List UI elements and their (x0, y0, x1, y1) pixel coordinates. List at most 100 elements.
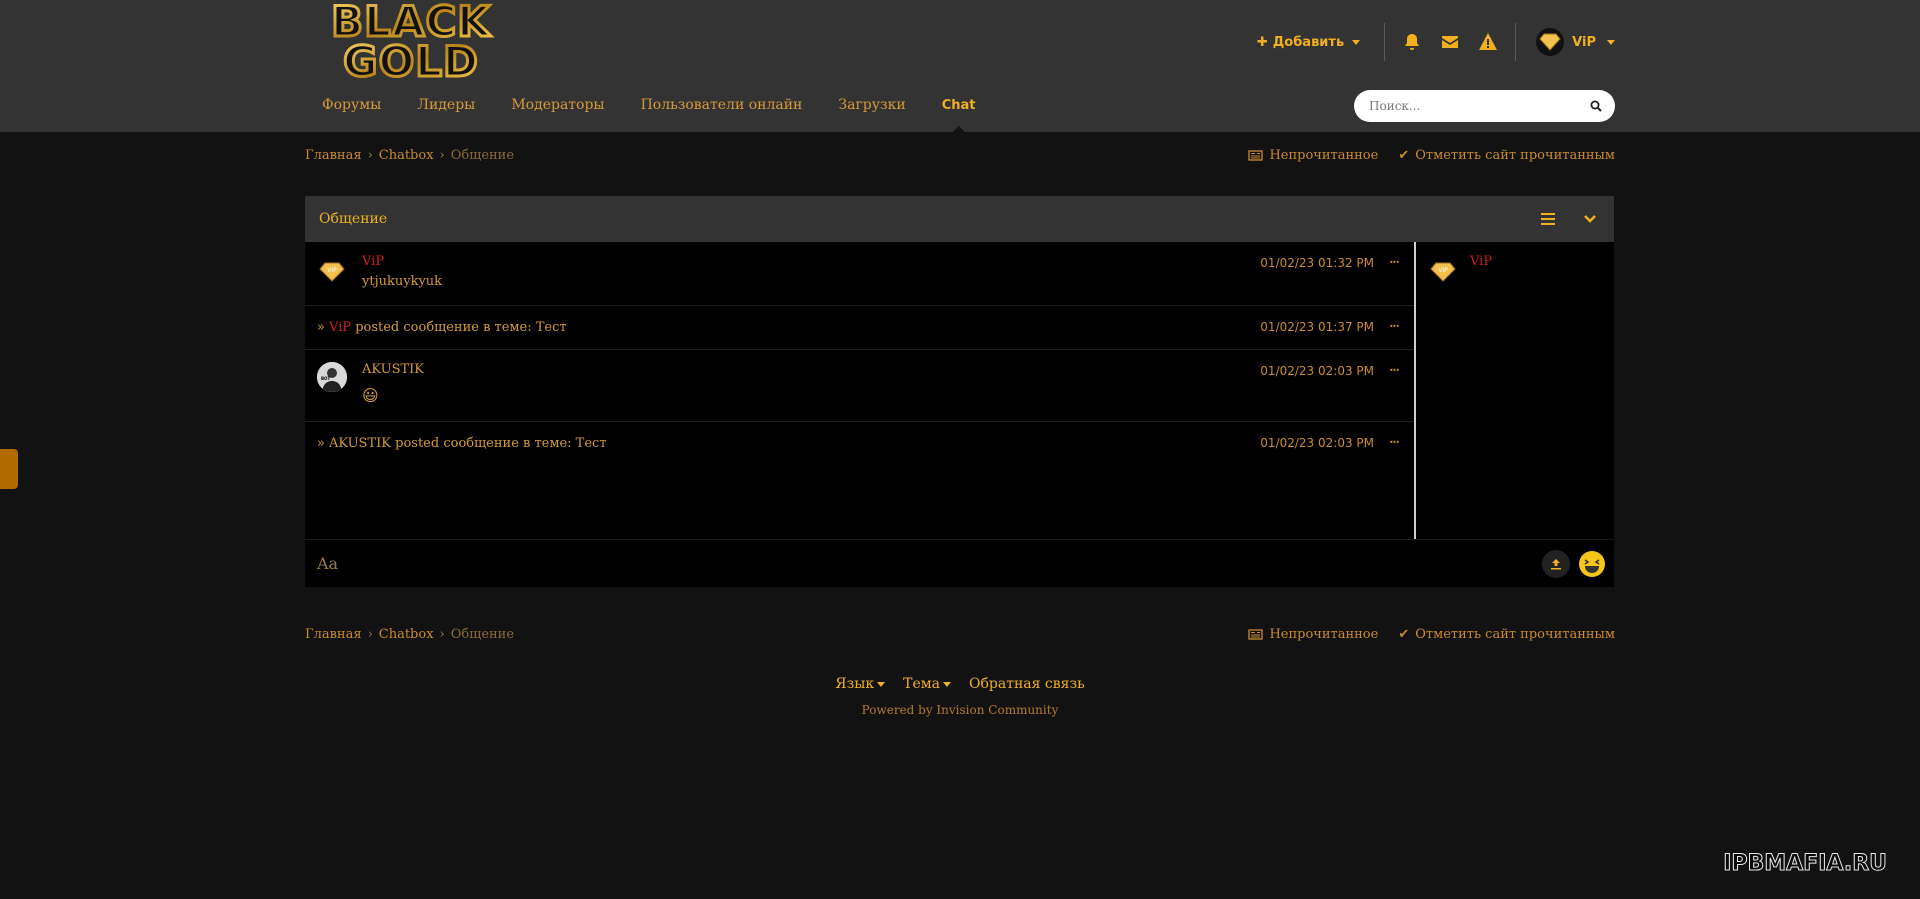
mark-read-link[interactable]: ✔ Отметить сайт прочитанным (1398, 148, 1615, 163)
language-menu[interactable]: Язык (835, 676, 886, 692)
diamond-icon: VIP (1430, 262, 1456, 282)
chat-messages: VIP ViP ytjukuykyuk 01/02/23 01:32 PM ··… (305, 242, 1414, 539)
breadcrumb-home[interactable]: Главная (305, 148, 362, 163)
chevron-down-icon (1584, 215, 1596, 223)
feedback-link[interactable]: Обратная связь (969, 676, 1085, 692)
breadcrumb-actions-bottom: Непрочитанное ✔ Отметить сайт прочитанны… (1248, 624, 1615, 644)
avatar[interactable]: BOT (317, 362, 347, 392)
user-menu-button[interactable]: ViP (1524, 28, 1615, 56)
nav-online-users[interactable]: Пользователи онлайн (623, 88, 821, 132)
unread-link[interactable]: Непрочитанное (1248, 148, 1378, 163)
message-time: 01/02/23 02:03 PM (1260, 436, 1374, 450)
unread-link[interactable]: Непрочитанное (1248, 627, 1378, 642)
chatbox-title: Общение (319, 211, 388, 227)
language-label: Язык (835, 676, 875, 692)
envelope-icon (1442, 36, 1459, 48)
breadcrumb-current: Общение (450, 147, 515, 163)
message-username[interactable]: AKUSTIK (362, 362, 424, 377)
chevron-right-icon: › (367, 147, 373, 163)
message-emoji: 😃 (362, 386, 379, 405)
chevron-right-icon: › (439, 626, 445, 642)
main-nav: Форумы Лидеры Модераторы Пользователи он… (304, 88, 994, 132)
nav-chat[interactable]: Chat (924, 88, 994, 132)
breadcrumb-chatbox[interactable]: Chatbox (379, 148, 434, 163)
search-button[interactable] (1577, 90, 1615, 122)
check-icon: ✔ (1398, 147, 1410, 163)
breadcrumb-chatbox[interactable]: Chatbox (379, 627, 434, 642)
check-icon: ✔ (1398, 626, 1410, 642)
footer-links: Язык Тема Обратная связь (0, 676, 1920, 692)
online-users-panel: VIP ViP (1414, 242, 1614, 539)
side-panel-tab[interactable] (0, 449, 18, 489)
more-options-button[interactable]: ··· (1386, 319, 1402, 333)
nav-moderators[interactable]: Модераторы (493, 88, 622, 132)
svg-text:VIP: VIP (1438, 267, 1448, 274)
caret-down-icon (1352, 39, 1361, 45)
site-header: BLACK GOLD ✚ Добавить ViP Форумы Лидеры … (0, 0, 1920, 132)
system-message-text: » ViP posted сообщение в теме: Тест (317, 320, 567, 335)
avatar (1536, 28, 1565, 56)
breadcrumb: Главная › Chatbox › Общение (305, 145, 514, 165)
online-user[interactable]: VIP ViP (1428, 254, 1492, 284)
powered-by[interactable]: Powered by Invision Community (0, 703, 1920, 717)
reports-button[interactable] (1469, 23, 1507, 61)
double-chevron-icon: » (317, 436, 325, 451)
add-content-label: Добавить (1272, 34, 1345, 50)
menu-icon (1541, 213, 1555, 225)
collapse-button[interactable] (1580, 209, 1600, 229)
menu-button[interactable] (1538, 209, 1558, 229)
messages-button[interactable] (1431, 23, 1469, 61)
chatbox: Общение VIP ViP ytjukuykyuk 01/02/23 01:… (305, 196, 1614, 587)
add-content-button[interactable]: ✚ Добавить (1257, 35, 1376, 50)
chat-message-input[interactable] (305, 540, 1542, 587)
message-text: ytjukuykyuk (362, 274, 443, 289)
breadcrumb-home[interactable]: Главная (305, 627, 362, 642)
system-message-action[interactable]: posted сообщение в теме: Тест (355, 320, 566, 335)
upload-button[interactable] (1542, 549, 1570, 578)
mark-read-link[interactable]: ✔ Отметить сайт прочитанным (1398, 627, 1615, 642)
message-username[interactable]: ViP (362, 254, 384, 269)
theme-menu[interactable]: Тема (903, 676, 951, 692)
emoji-button[interactable] (1578, 550, 1606, 578)
double-chevron-icon: » (317, 320, 325, 335)
username: ViP (1572, 34, 1596, 50)
avatar[interactable]: VIP (317, 254, 347, 284)
logo-image: BLACK GOLD (330, 0, 492, 88)
avatar: VIP (1428, 254, 1458, 284)
nav-downloads[interactable]: Загрузки (820, 88, 923, 132)
search-input[interactable] (1354, 90, 1577, 122)
user-photo-icon: BOT (317, 362, 347, 392)
newspaper-icon (1248, 628, 1264, 640)
svg-text:BOT: BOT (321, 376, 330, 381)
mark-read-label: Отметить сайт прочитанным (1415, 147, 1615, 163)
chat-message: VIP ViP ytjukuykyuk 01/02/23 01:32 PM ··… (305, 242, 1414, 306)
site-logo[interactable]: BLACK GOLD (304, 0, 518, 88)
chatbox-header: Общение (305, 196, 1614, 242)
unread-label: Непрочитанное (1269, 147, 1379, 163)
diamond-icon: VIP (319, 262, 345, 282)
more-options-button[interactable]: ··· (1386, 435, 1402, 449)
warning-icon (1479, 33, 1498, 50)
more-options-button[interactable]: ··· (1386, 255, 1402, 269)
message-username[interactable]: ViP (329, 320, 351, 335)
chat-system-message: » ViP posted сообщение в теме: Тест 01/02… (305, 306, 1414, 350)
user-bar: ✚ Добавить ViP (1257, 20, 1615, 64)
more-options-button[interactable]: ··· (1386, 363, 1402, 377)
laughing-emoji-icon (1579, 550, 1605, 577)
newspaper-icon (1248, 149, 1264, 161)
breadcrumb-actions: Непрочитанное ✔ Отметить сайт прочитанны… (1248, 145, 1615, 165)
upload-icon (1551, 558, 1561, 569)
chatbox-header-actions (1538, 209, 1600, 229)
nav-forums[interactable]: Форумы (304, 88, 399, 132)
search-icon (1590, 100, 1602, 112)
unread-label: Непрочитанное (1269, 626, 1379, 642)
notifications-button[interactable] (1393, 23, 1431, 61)
nav-leaders[interactable]: Лидеры (399, 88, 493, 132)
message-time: 01/02/23 01:37 PM (1260, 320, 1374, 334)
chat-input-bar (305, 539, 1614, 587)
message-username[interactable]: AKUSTIK (329, 436, 391, 451)
system-message-action[interactable]: posted сообщение в теме: Тест (395, 436, 606, 451)
svg-text:GOLD: GOLD (343, 37, 479, 80)
breadcrumb-bottom: Главная › Chatbox › Общение (305, 624, 514, 644)
caret-down-icon (1607, 39, 1615, 45)
